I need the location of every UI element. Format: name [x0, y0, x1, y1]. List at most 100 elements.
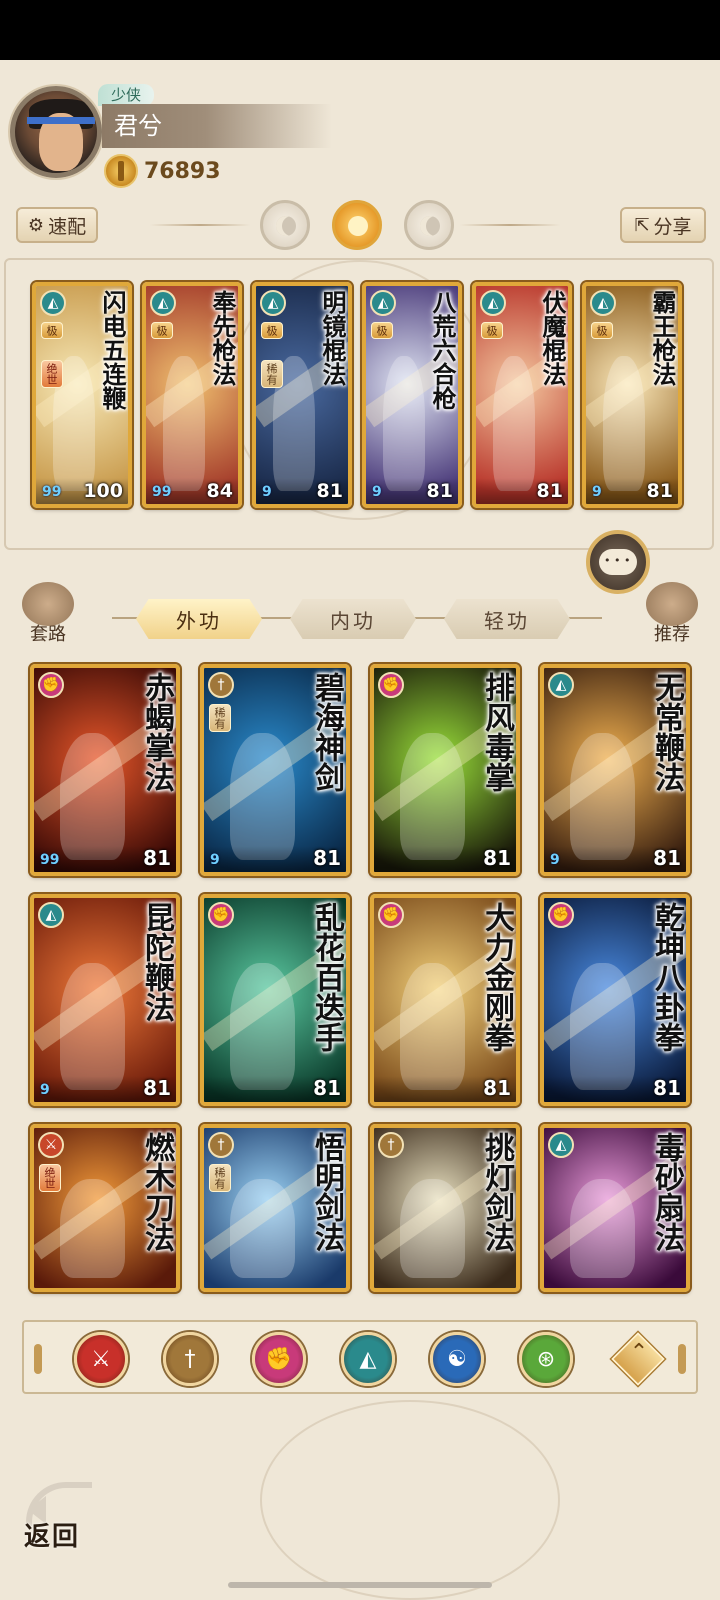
skill-card[interactable]: ✊ 乾坤八卦拳 81 — [540, 894, 690, 1106]
fist-school-icon: ✊ — [378, 902, 404, 928]
back-label: 返回 — [24, 1522, 81, 1552]
skill-level: 81 — [313, 846, 341, 870]
skill-title: 排风毒掌 — [479, 672, 514, 792]
skill-card[interactable]: ◭ 极 伏魔棍法 81 — [472, 282, 572, 508]
skill-card[interactable]: ◭ 极 八荒六合枪 9 81 — [362, 282, 462, 508]
avatar[interactable] — [10, 86, 102, 178]
sun-phase-icon[interactable] — [332, 200, 382, 250]
character-figure — [382, 355, 425, 491]
coin-icon — [104, 154, 138, 188]
coin-display: 76893 — [104, 154, 221, 188]
water-drop-icon: 9 — [550, 852, 560, 868]
yinyang-filter-icon[interactable]: ☯ — [430, 1332, 484, 1386]
water-drop-icon: 9 — [40, 1082, 50, 1098]
skill-title: 伏魔棍法 — [538, 290, 567, 386]
bar-pin — [34, 1344, 42, 1374]
background-ornament — [260, 1400, 560, 1600]
skill-card[interactable]: ◭ 极绝世 闪电五连鞭 99 100 — [32, 282, 132, 508]
book-icon — [646, 582, 698, 626]
skill-level: 100 — [83, 480, 123, 502]
avatar-headband — [27, 117, 95, 124]
skill-card[interactable]: ◭ 极 奉先枪法 99 84 — [142, 282, 242, 508]
skill-card[interactable]: ◭ 毒砂扇法 — [540, 1124, 690, 1292]
character-figure — [59, 963, 125, 1090]
character-figure — [229, 1179, 295, 1279]
fan-school-icon: ◭ — [38, 902, 64, 928]
chat-button[interactable] — [586, 530, 650, 594]
skill-level: 84 — [206, 480, 233, 502]
character-figure — [569, 733, 635, 860]
skill-card[interactable]: ◭ 昆陀鞭法 9 81 — [30, 894, 180, 1106]
rank-badge: 少侠 — [98, 84, 154, 106]
water-drop-icon: 9 — [592, 484, 602, 500]
skill-title: 悟明剑法 — [309, 1132, 344, 1252]
skill-title: 乱花百迭手 — [309, 902, 344, 1052]
grade-badge: 极 — [151, 322, 173, 339]
tab-internal[interactable]: 内功 — [290, 599, 416, 639]
character-figure — [399, 733, 465, 860]
fan-school-icon: ◭ — [548, 1132, 574, 1158]
fist-school-icon: ✊ — [378, 672, 404, 698]
water-drop-icon: 99 — [42, 484, 62, 500]
quick-match-button[interactable]: ⚙ 速配 — [16, 207, 98, 243]
divider — [460, 224, 560, 226]
fist-school-icon: ✊ — [38, 672, 64, 698]
home-indicator[interactable] — [228, 1582, 492, 1588]
recommend-button[interactable]: 推荐 — [642, 582, 702, 646]
character-figure — [229, 963, 295, 1090]
share-icon: ⇱ — [634, 214, 650, 236]
tab-external[interactable]: 外功 — [136, 599, 262, 639]
fan-school-icon: ◭ — [260, 290, 286, 316]
skill-card[interactable]: † 稀有 悟明剑法 — [200, 1124, 350, 1292]
skill-title: 无常鞭法 — [649, 672, 684, 792]
tab-label: 轻功 — [484, 608, 530, 633]
share-button[interactable]: ⇱ 分享 — [620, 207, 706, 243]
skill-card[interactable]: ✊ 排风毒掌 81 — [370, 664, 520, 876]
skill-card[interactable]: ✊ 赤蝎掌法 99 81 — [30, 664, 180, 876]
coin-value: 76893 — [144, 158, 221, 184]
water-drop-icon: 99 — [152, 484, 172, 500]
skill-card[interactable]: ⚔ 绝世 燃木刀法 — [30, 1124, 180, 1292]
skill-title: 碧海神剑 — [309, 672, 344, 792]
water-drop-icon: 9 — [372, 484, 382, 500]
blade-school-icon: ⚔ — [38, 1132, 64, 1158]
rarity-badge: 稀有 — [209, 1164, 231, 1192]
status-bar — [0, 0, 720, 60]
skill-card[interactable]: ◭ 极稀有 明镜棍法 9 81 — [252, 282, 352, 508]
moon-phase-icon[interactable] — [260, 200, 310, 250]
eclipse-phase-icon[interactable] — [404, 200, 454, 250]
skill-card[interactable]: ✊ 大力金刚拳 81 — [370, 894, 520, 1106]
sword-school-icon: † — [378, 1132, 404, 1158]
rarity-badge: 稀有 — [209, 704, 231, 732]
skill-card[interactable]: † 挑灯剑法 — [370, 1124, 520, 1292]
back-button[interactable]: 返回 — [20, 1482, 100, 1556]
fist-filter-icon[interactable]: ✊ — [252, 1332, 306, 1386]
sword-school-icon: † — [208, 672, 234, 698]
skill-title: 大力金刚拳 — [479, 902, 514, 1052]
skill-level: 81 — [426, 480, 453, 502]
skill-title: 毒砂扇法 — [649, 1132, 684, 1252]
fan-filter-icon[interactable]: ◭ — [341, 1332, 395, 1386]
routine-button[interactable]: 套路 — [18, 582, 78, 646]
skill-card[interactable]: ✊ 乱花百迭手 81 — [200, 894, 350, 1106]
water-drop-icon: 9 — [262, 484, 272, 500]
sword-filter-icon[interactable]: † — [163, 1332, 217, 1386]
skill-card[interactable]: ◭ 极 霸王枪法 9 81 — [582, 282, 682, 508]
skill-title: 赤蝎掌法 — [139, 672, 174, 792]
tab-movement[interactable]: 轻功 — [444, 599, 570, 639]
character-figure — [492, 355, 535, 491]
fan-school-icon: ◭ — [480, 290, 506, 316]
skill-title: 八荒六合枪 — [428, 290, 457, 410]
grade-badge: 极 — [41, 322, 63, 339]
fan-school-icon: ◭ — [548, 672, 574, 698]
fan-school-icon: ◭ — [590, 290, 616, 316]
scroll-icon — [22, 582, 74, 626]
skill-level: 81 — [313, 1076, 341, 1100]
fan-school-icon: ◭ — [40, 290, 66, 316]
blade-filter-icon[interactable]: ⚔ — [74, 1332, 128, 1386]
skill-card[interactable]: ◭ 无常鞭法 9 81 — [540, 664, 690, 876]
tab-label: 外功 — [176, 608, 222, 633]
skill-card[interactable]: † 稀有 碧海神剑 9 81 — [200, 664, 350, 876]
character-figure — [602, 355, 645, 491]
whip-filter-icon[interactable]: ⊛ — [519, 1332, 573, 1386]
